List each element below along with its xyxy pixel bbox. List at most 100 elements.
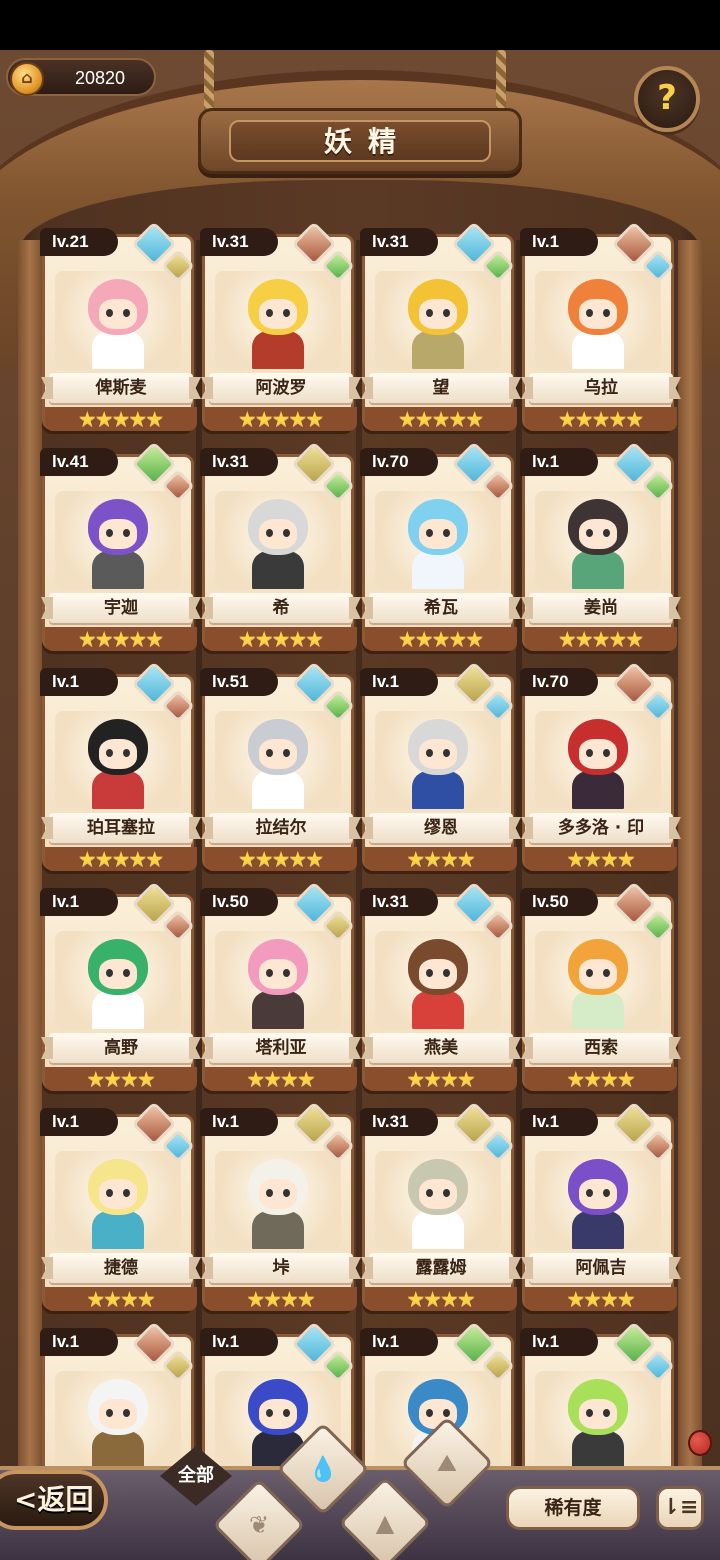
fairy-portrait [375,271,501,369]
fairy-card[interactable]: 俾斯麦 ★★★★★ lv.21 [40,221,197,431]
portrait-eye [283,1189,290,1197]
level-tag: lv.1 [200,1328,278,1356]
fairy-card[interactable]: 垰 ★★★★ lv.1 [200,1101,357,1311]
fairy-card[interactable]: 缪恩 ★★★★ lv.1 [360,661,517,871]
portrait-body [252,551,304,589]
fairy-card[interactable]: 乌拉 ★★★★★ lv.1 [520,221,677,431]
portrait-eye [106,1409,113,1417]
name-ribbon: 俾斯麦 [49,373,193,403]
portrait-eye [443,309,450,317]
portrait-eye [586,309,593,317]
portrait-eye [603,749,610,757]
fairy-name: 捷德 [104,1258,138,1278]
fairy-portrait [55,931,181,1029]
portrait-eye [266,309,273,317]
fairy-card[interactable]: 希瓦 ★★★★★ lv.70 [360,441,517,651]
fairy-name: 珀耳塞拉 [87,818,155,838]
star-icon: ★ [296,1067,316,1091]
sort-order-button[interactable]: ⇂≡ [656,1486,704,1530]
star-rating: ★★★★ [365,1067,517,1091]
portrait-eye [426,749,433,757]
portrait-eye [603,1409,610,1417]
portrait-body [252,771,304,809]
fairy-portrait [535,711,661,809]
portrait-eye [106,749,113,757]
portrait-eye [283,309,290,317]
fairy-name: 俾斯麦 [95,378,147,398]
rarity-sort-button[interactable]: 稀有度 [506,1486,640,1530]
sort-icon: ⇂≡ [661,1495,699,1520]
portrait-body [252,991,304,1029]
fairy-card[interactable]: 西索 ★★★★ lv.50 [520,881,677,1091]
star-icon: ★ [136,1287,156,1311]
name-ribbon: 塔利亚 [209,1033,353,1063]
fairy-card[interactable]: 阿波罗 ★★★★★ lv.31 [200,221,357,431]
title-sign-inner: 妖精 [229,120,491,162]
portrait-eye [586,1409,593,1417]
level-tag: lv.31 [200,448,278,476]
level-tag: lv.1 [520,448,598,476]
portrait-body [92,1211,144,1249]
ladybug-icon[interactable] [688,1430,712,1456]
fairy-name: 姜尚 [584,598,618,618]
portrait-body [572,771,624,809]
star-rating: ★★★★ [365,1287,517,1311]
name-ribbon: 宇迦 [49,593,193,623]
fairy-card[interactable]: 多多洛 · 印 ★★★★ lv.70 [520,661,677,871]
star-icon: ★ [296,1287,316,1311]
portrait-body [92,991,144,1029]
fairy-card[interactable]: 拉结尔 ★★★★★ lv.51 [200,661,357,871]
fairy-card[interactable]: 珀耳塞拉 ★★★★★ lv.1 [40,661,197,871]
fairy-card[interactable]: 阿佩吉 ★★★★ lv.1 [520,1101,677,1311]
help-button[interactable]: ? [634,66,700,132]
portrait-face [259,1179,297,1209]
level-tag: lv.1 [40,1108,118,1136]
back-button[interactable]: <返回 [0,1470,108,1530]
fairy-card[interactable]: 捷德 ★★★★ lv.1 [40,1101,197,1311]
fairy-name: 露露姆 [415,1258,467,1278]
portrait-face [259,739,297,769]
star-icon: ★ [616,1067,636,1091]
left-pillar [18,240,42,1560]
fairy-portrait [375,1151,501,1249]
portrait-eye [123,529,130,537]
fairy-name: 燕美 [424,1038,458,1058]
level-tag: lv.31 [360,228,438,256]
star-rating: ★★★★ [205,1067,357,1091]
fairy-portrait [215,491,341,589]
fairy-name: 阿波罗 [255,378,307,398]
portrait-eye [603,309,610,317]
fairy-card[interactable]: 燕美 ★★★★ lv.31 [360,881,517,1091]
fairy-card[interactable]: 塔利亚 ★★★★ lv.50 [200,881,357,1091]
portrait-eye [123,749,130,757]
star-rating: ★★★★ [365,847,517,871]
portrait-eye [443,529,450,537]
star-rating: ★★★★★ [45,407,197,431]
fairy-card[interactable]: 露露姆 ★★★★ lv.31 [360,1101,517,1311]
status-bar-area [0,0,720,50]
level-tag: lv.1 [40,668,118,696]
filter-all-label: 全部 [178,1465,214,1486]
star-icon: ★ [145,407,165,431]
star-rating: ★★★★★ [205,627,357,651]
level-tag: lv.1 [520,1108,598,1136]
fairy-card[interactable]: 宇迦 ★★★★★ lv.41 [40,441,197,651]
portrait-face [259,959,297,989]
name-ribbon: 拉结尔 [209,813,353,843]
fairy-card[interactable]: 希 ★★★★★ lv.31 [200,441,357,651]
fairy-card[interactable]: 望 ★★★★★ lv.31 [360,221,517,431]
fairy-portrait [535,1151,661,1249]
portrait-face [259,1399,297,1429]
fairy-name: 高野 [104,1038,138,1058]
portrait-face [99,1399,137,1429]
fairy-portrait [55,271,181,369]
portrait-eye [443,969,450,977]
fairy-card[interactable]: 姜尚 ★★★★★ lv.1 [520,441,677,651]
portrait-eye [603,529,610,537]
star-icon: ★ [456,847,476,871]
portrait-body [412,551,464,589]
fairy-name: 多多洛 · 印 [557,818,645,838]
portrait-face [579,299,617,329]
fairy-card[interactable]: 高野 ★★★★ lv.1 [40,881,197,1091]
level-tag: lv.1 [520,228,598,256]
